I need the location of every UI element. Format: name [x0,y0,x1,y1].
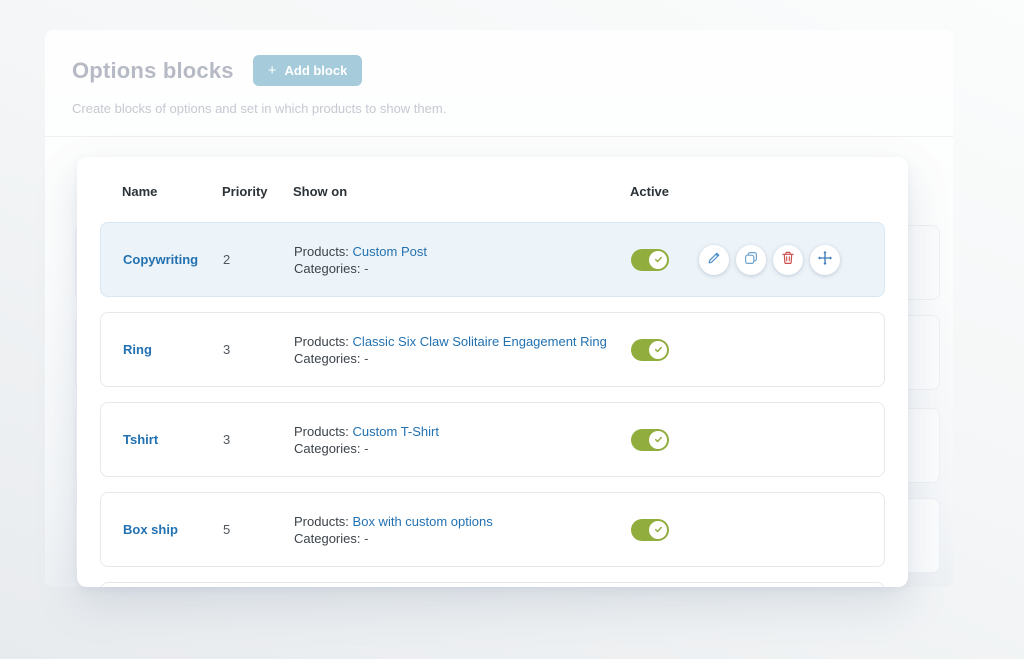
options-table-card: Name Priority Show on Active Copywriting… [77,157,908,587]
product-link[interactable]: Box with custom options [353,514,493,529]
move-button[interactable] [810,245,840,275]
table-row-partial [100,582,885,587]
plus-icon: + [268,63,277,78]
priority-value: 2 [223,252,294,267]
column-header-priority: Priority [222,184,293,199]
add-block-button[interactable]: + Add block [253,55,363,86]
product-link[interactable]: Custom Post [353,244,427,259]
delete-button[interactable] [773,245,803,275]
toggle-check-icon [649,251,667,269]
table-row: Ring 3 Products: Classic Six Claw Solita… [100,312,885,387]
row-actions [699,245,840,275]
toggle-check-icon [649,521,667,539]
categories-label: Categories: [294,261,360,276]
active-toggle[interactable] [631,429,669,451]
product-link[interactable]: Custom T-Shirt [353,424,439,439]
block-name-link[interactable]: Box ship [123,522,178,537]
categories-value: - [364,261,368,276]
add-block-label: Add block [284,63,347,78]
products-label: Products: [294,334,349,349]
edit-button[interactable] [699,245,729,275]
products-label: Products: [294,424,349,439]
table-row: Copywriting 2 Products: Custom Post Cate… [100,222,885,297]
categories-label: Categories: [294,441,360,456]
active-toggle[interactable] [631,519,669,541]
column-header-active: Active [630,184,885,199]
priority-value: 3 [223,342,294,357]
products-label: Products: [294,244,349,259]
categories-label: Categories: [294,351,360,366]
block-name-link[interactable]: Tshirt [123,432,158,447]
toggle-check-icon [649,431,667,449]
priority-value: 5 [223,522,294,537]
column-header-show-on: Show on [293,184,630,199]
duplicate-button[interactable] [736,245,766,275]
products-label: Products: [294,514,349,529]
duplicate-icon [743,250,759,269]
active-toggle[interactable] [631,339,669,361]
page-subtitle: Create blocks of options and set in whic… [72,101,953,116]
table-row: Box ship 5 Products: Box with custom opt… [100,492,885,567]
block-name-link[interactable]: Ring [123,342,152,357]
categories-value: - [364,441,368,456]
active-toggle[interactable] [631,249,669,271]
block-name-link[interactable]: Copywriting [123,252,198,267]
priority-value: 3 [223,432,294,447]
move-icon [817,250,833,269]
delete-icon [780,250,796,269]
header-divider [45,136,953,137]
table-header: Name Priority Show on Active [100,157,885,222]
categories-value: - [364,351,368,366]
page-title: Options blocks [72,58,234,84]
toggle-check-icon [649,341,667,359]
categories-value: - [364,531,368,546]
product-link[interactable]: Classic Six Claw Solitaire Engagement Ri… [353,334,607,349]
column-header-name: Name [122,184,222,199]
categories-label: Categories: [294,531,360,546]
edit-icon [706,250,722,269]
table-row: Tshirt 3 Products: Custom T-Shirt Catego… [100,402,885,477]
